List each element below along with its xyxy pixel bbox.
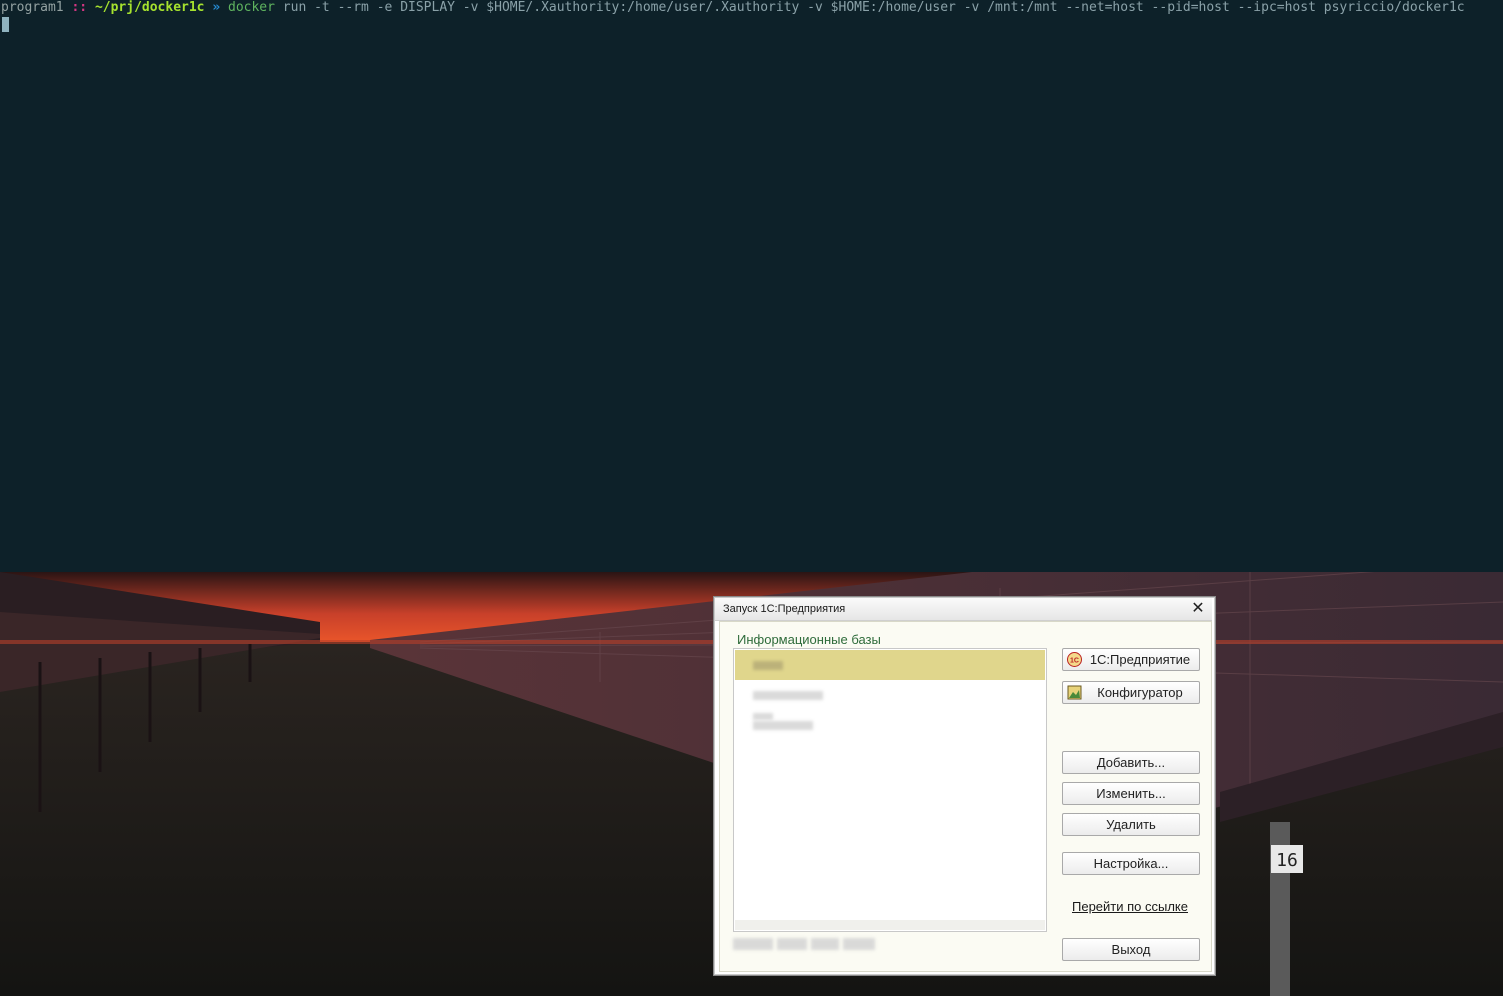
enterprise-button-label: 1С:Предприятие — [1089, 652, 1191, 667]
delete-button[interactable]: Удалить — [1062, 813, 1200, 836]
list-item[interactable] — [735, 650, 1045, 680]
enterprise-button[interactable]: 1C 1С:Предприятие — [1062, 648, 1200, 671]
terminal-prompt-arrow: » — [212, 0, 221, 15]
launch-1c-dialog[interactable]: Запуск 1С:Предприятия ✕ Информационные б… — [713, 596, 1216, 976]
wallpaper-sign-number: 16 — [1276, 850, 1298, 871]
add-button[interactable]: Добавить... — [1062, 751, 1200, 774]
terminal-command-args: run -t --rm -e DISPLAY -v $HOME/.Xauthor… — [274, 0, 1465, 15]
close-icon: ✕ — [1191, 600, 1205, 617]
exit-button[interactable]: Выход — [1062, 938, 1200, 961]
close-button[interactable]: ✕ — [1190, 601, 1206, 617]
terminal-command-line: program1 :: ~/prj/docker1c » docker run … — [1, 0, 1465, 16]
blurred-name — [753, 713, 773, 720]
terminal-cursor — [2, 17, 9, 32]
dialog-titlebar[interactable]: Запуск 1С:Предприятия ✕ — [715, 598, 1212, 621]
infobases-label: Информационные базы — [737, 632, 881, 647]
configurator-button-label: Конфигуратор — [1097, 685, 1183, 700]
dialog-title: Запуск 1С:Предприятия — [723, 603, 846, 615]
list-item[interactable] — [735, 710, 1045, 740]
dialog-client-area: Информационные базы 1C 1С:Предприятие Ко… — [719, 621, 1212, 972]
terminal-host: program1 — [1, 0, 64, 15]
settings-button[interactable]: Настройка... — [1062, 852, 1200, 875]
infobase-list[interactable] — [733, 648, 1047, 932]
list-item[interactable] — [735, 680, 1045, 710]
configurator-icon — [1067, 685, 1082, 700]
svg-text:1C: 1C — [1070, 658, 1079, 665]
blurred-name — [753, 721, 813, 730]
blurred-name — [753, 691, 823, 700]
configurator-button[interactable]: Конфигуратор — [1062, 681, 1200, 704]
enterprise-1c-icon: 1C — [1067, 652, 1082, 667]
terminal-separator: :: — [71, 0, 88, 15]
blurred-infobase-path — [733, 932, 878, 954]
blurred-name — [753, 661, 783, 670]
list-horizontal-scrollbar[interactable] — [735, 920, 1045, 930]
edit-button[interactable]: Изменить... — [1062, 782, 1200, 805]
terminal-path: ~/prj/docker1c — [94, 0, 205, 15]
terminal-window[interactable]: program1 :: ~/prj/docker1c » docker run … — [0, 0, 1503, 572]
open-by-link[interactable]: Перейти по ссылке — [1072, 899, 1188, 914]
terminal-command: docker — [228, 0, 275, 15]
